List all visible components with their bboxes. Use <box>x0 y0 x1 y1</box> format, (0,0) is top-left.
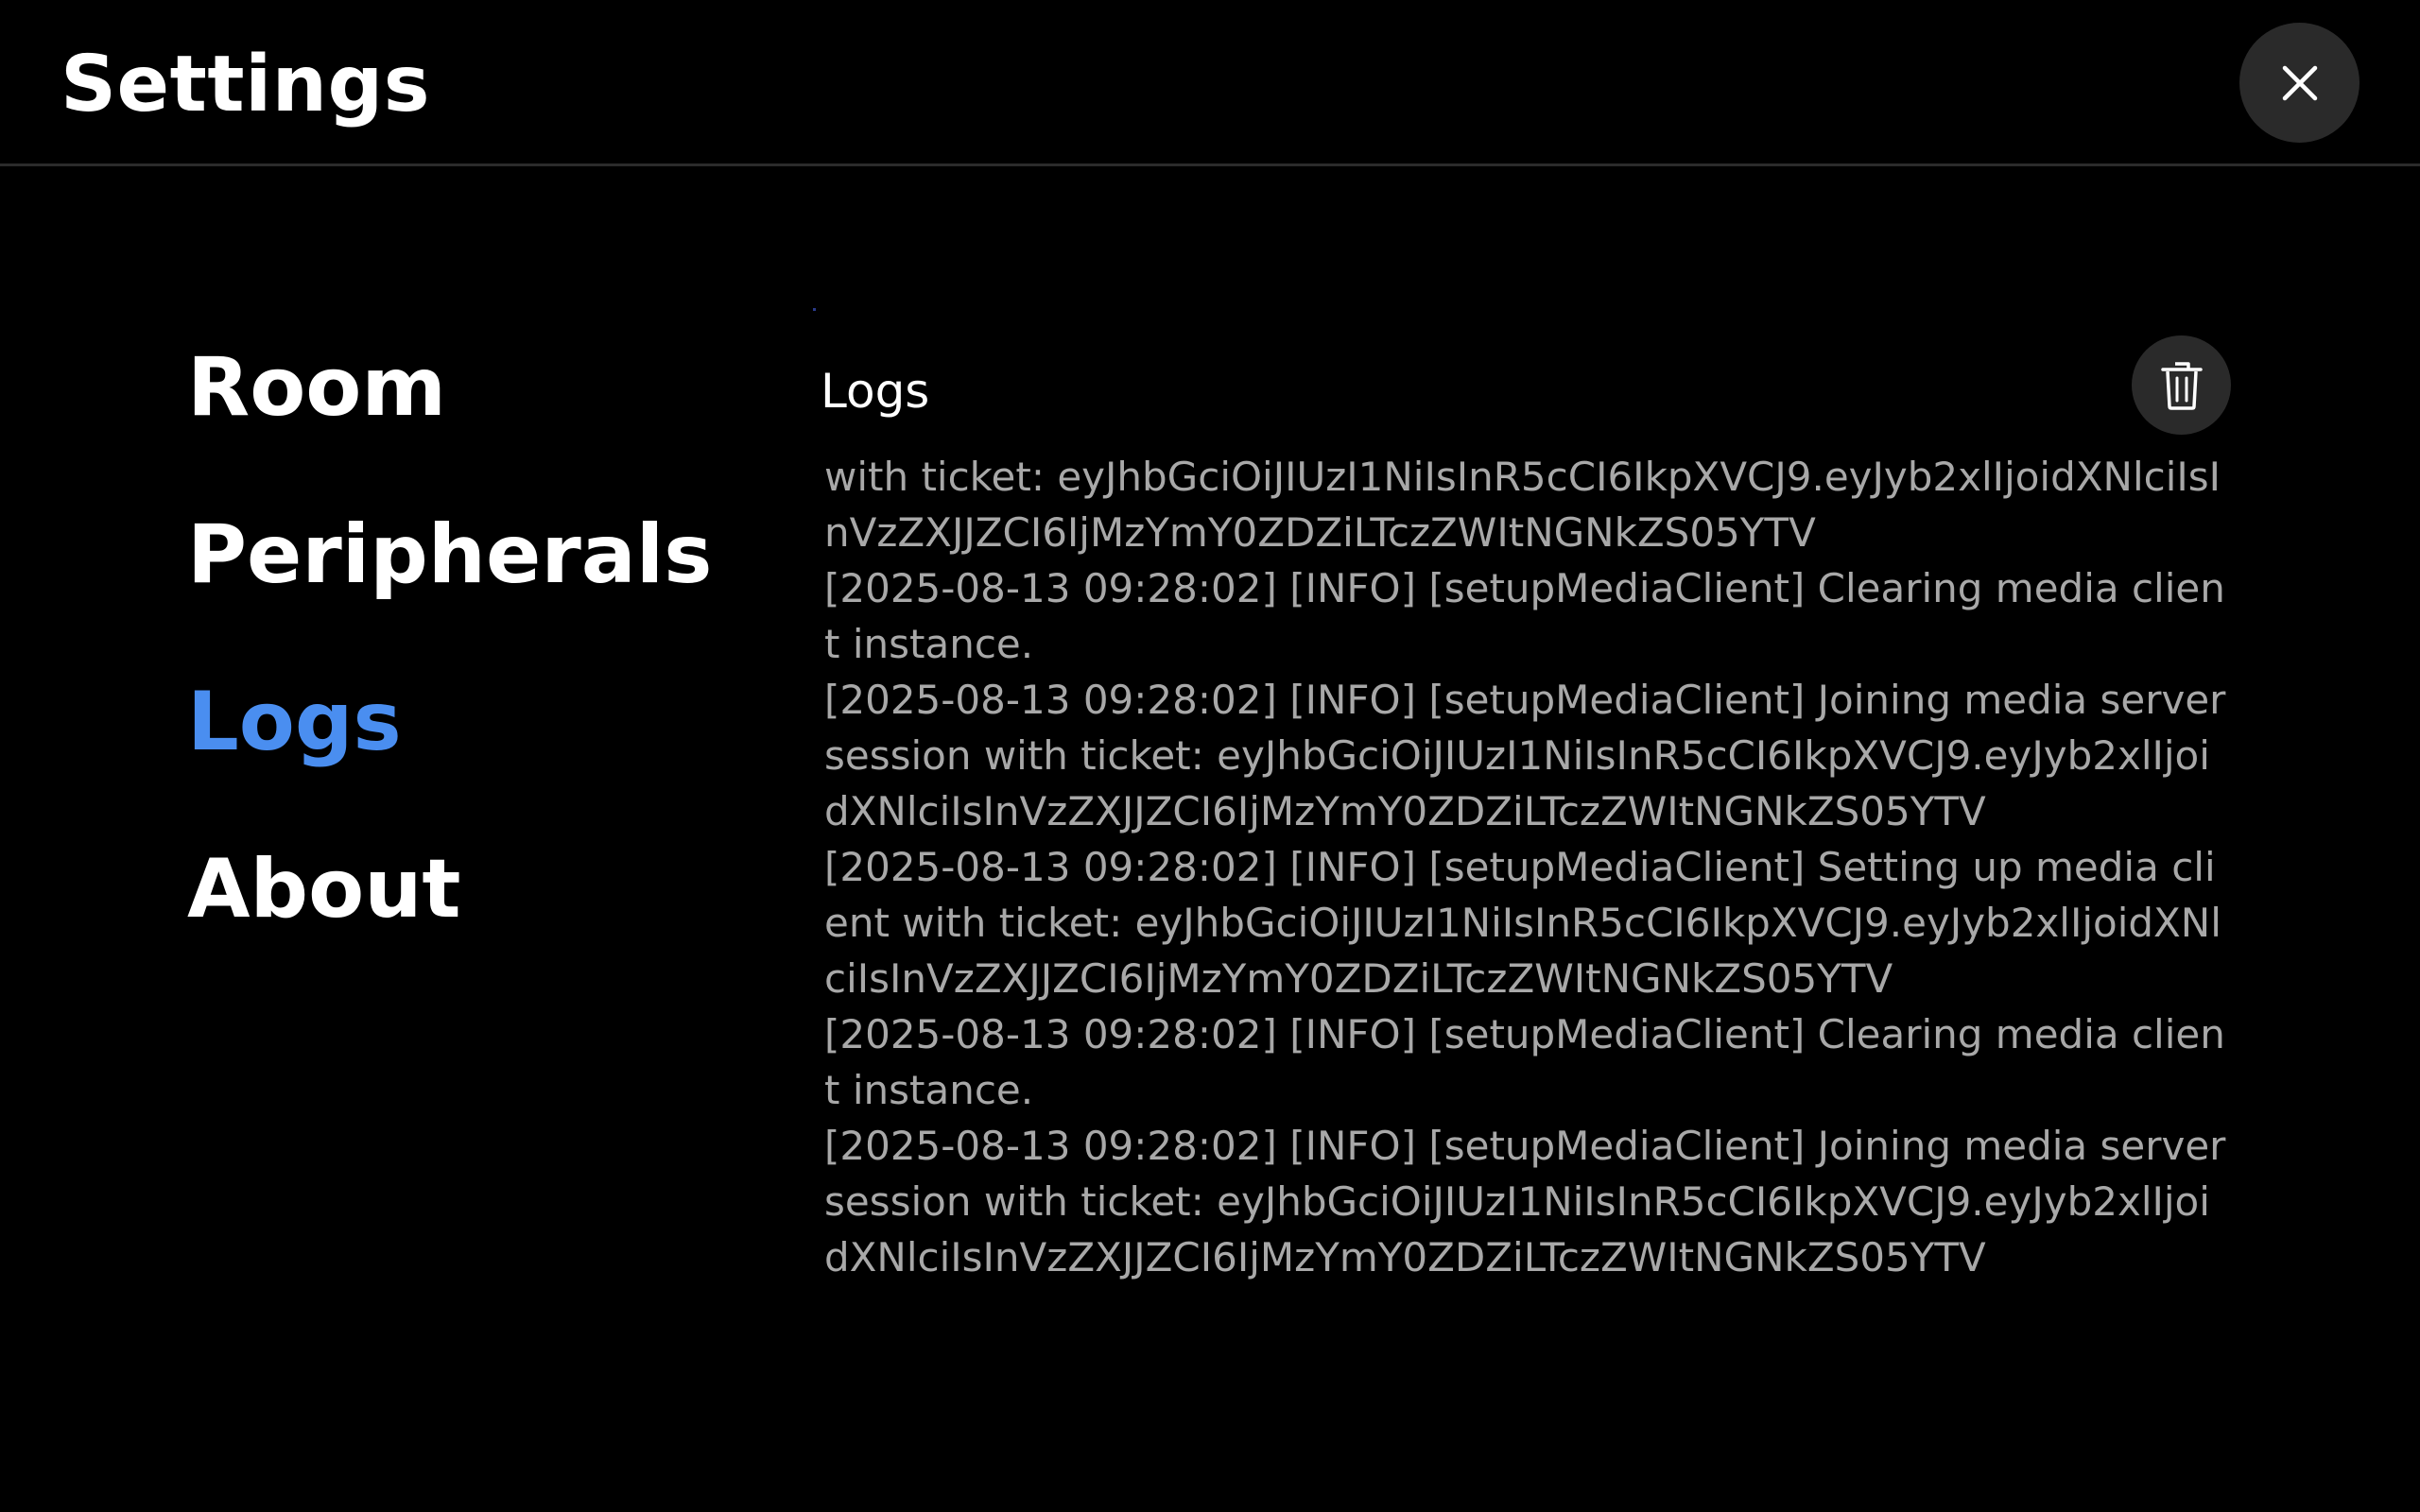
log-entry: [2025-08-13 09:28:02] [INFO] [setupMedia… <box>824 677 2226 834</box>
settings-screen: Settings Room Peripherals Logs About Log… <box>0 0 2420 1512</box>
logs-title: Logs <box>821 364 930 419</box>
log-entry: [2025-08-13 09:28:02] [INFO] [setupMedia… <box>824 1011 2225 1113</box>
log-entry: [2025-08-13 09:28:02] [INFO] [setupMedia… <box>824 844 2221 1002</box>
clear-logs-button[interactable] <box>2132 335 2231 435</box>
log-entry: [2025-08-13 09:28:02] [INFO] [setupMedia… <box>824 1123 2226 1280</box>
log-entry: [2025-08-13 09:28:02] [INFO] [setupMedia… <box>824 565 2225 667</box>
page-title: Settings <box>60 40 431 129</box>
decorative-dot <box>813 308 816 311</box>
nav-item-room[interactable]: Room <box>187 340 754 435</box>
log-list: with ticket: eyJhbGciOiJIUzI1NiIsInR5cCI… <box>824 449 2231 1285</box>
close-icon <box>2282 65 2317 100</box>
log-entry: with ticket: eyJhbGciOiJIUzI1NiIsInR5cCI… <box>824 454 2221 556</box>
nav-item-logs[interactable]: Logs <box>187 675 754 769</box>
nav-item-about[interactable]: About <box>187 842 754 936</box>
settings-nav: Room Peripherals Logs About <box>187 340 754 1009</box>
nav-item-peripherals[interactable]: Peripherals <box>187 507 754 602</box>
trash-icon <box>2160 361 2203 410</box>
close-button[interactable] <box>2239 23 2360 143</box>
header: Settings <box>0 0 2420 166</box>
